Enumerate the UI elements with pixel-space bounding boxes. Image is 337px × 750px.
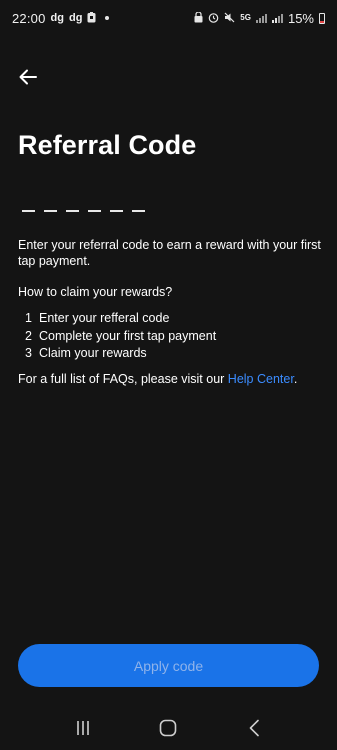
step-number: 1	[25, 311, 32, 325]
back-chevron-icon	[249, 719, 259, 737]
battery-icon	[319, 12, 325, 24]
status-bar-left: 22:00 dg dg	[12, 10, 110, 26]
step-text: Enter your refferal code	[39, 311, 170, 325]
system-nav-bar	[0, 706, 337, 750]
apply-code-button[interactable]: Apply code	[18, 644, 319, 687]
code-slot-4[interactable]	[88, 210, 101, 212]
home-icon	[160, 719, 177, 737]
back-button[interactable]	[15, 64, 41, 90]
status-bar: 22:00 dg dg 5G 15%	[0, 0, 337, 36]
code-slot-2[interactable]	[44, 210, 57, 212]
mute-icon	[224, 11, 235, 26]
lock-icon	[194, 10, 203, 26]
step-number: 2	[25, 328, 32, 343]
referral-code-screen: 22:00 dg dg 5G 15% Referral Code Enter y…	[0, 0, 337, 750]
notification-app-icon	[87, 11, 96, 26]
nav-back-button[interactable]	[239, 713, 269, 743]
page-title: Referral Code	[18, 130, 197, 160]
battery-percent: 15%	[287, 10, 314, 26]
signal-strength-2-icon	[271, 13, 283, 23]
code-slot-5[interactable]	[110, 210, 123, 212]
step-item: 2 Complete your first tap payment	[25, 328, 216, 346]
step-text: Claim your rewards	[39, 346, 147, 360]
recents-button[interactable]	[68, 713, 98, 743]
step-text: Complete your first tap payment	[39, 328, 217, 343]
network-type: 5G	[240, 13, 251, 22]
faq-text: For a full list of FAQs, please visit ou…	[18, 372, 323, 386]
faq-prefix: For a full list of FAQs, please visit ou…	[18, 372, 228, 386]
status-time: 22:00	[12, 10, 46, 26]
more-notifications-dot-icon	[105, 16, 110, 20]
step-item: 1 Enter your refferal code	[25, 310, 216, 328]
referral-code-input[interactable]	[22, 210, 145, 212]
status-bar-right: 5G 15%	[194, 11, 325, 26]
code-slot-1[interactable]	[22, 210, 35, 212]
help-center-link[interactable]: Help Center	[228, 372, 294, 386]
description-text: Enter your referral code to earn a rewar…	[18, 238, 321, 268]
step-item: 3 Claim your rewards	[25, 345, 216, 363]
step-number: 3	[25, 346, 32, 360]
howto-heading: How to claim your rewards?	[18, 285, 173, 299]
steps-list: 1 Enter your refferal code 2 Complete yo…	[25, 310, 216, 363]
alarm-icon	[208, 11, 219, 26]
notification-dg-1: dg	[50, 12, 64, 24]
home-button[interactable]	[153, 713, 183, 743]
code-slot-3[interactable]	[66, 210, 79, 212]
arrow-left-icon	[19, 69, 37, 85]
notification-dg-2: dg	[69, 12, 83, 24]
code-slot-6[interactable]	[132, 210, 145, 212]
faq-suffix: .	[293, 372, 298, 386]
recents-icon	[77, 721, 89, 735]
signal-strength-1-icon	[255, 13, 267, 23]
